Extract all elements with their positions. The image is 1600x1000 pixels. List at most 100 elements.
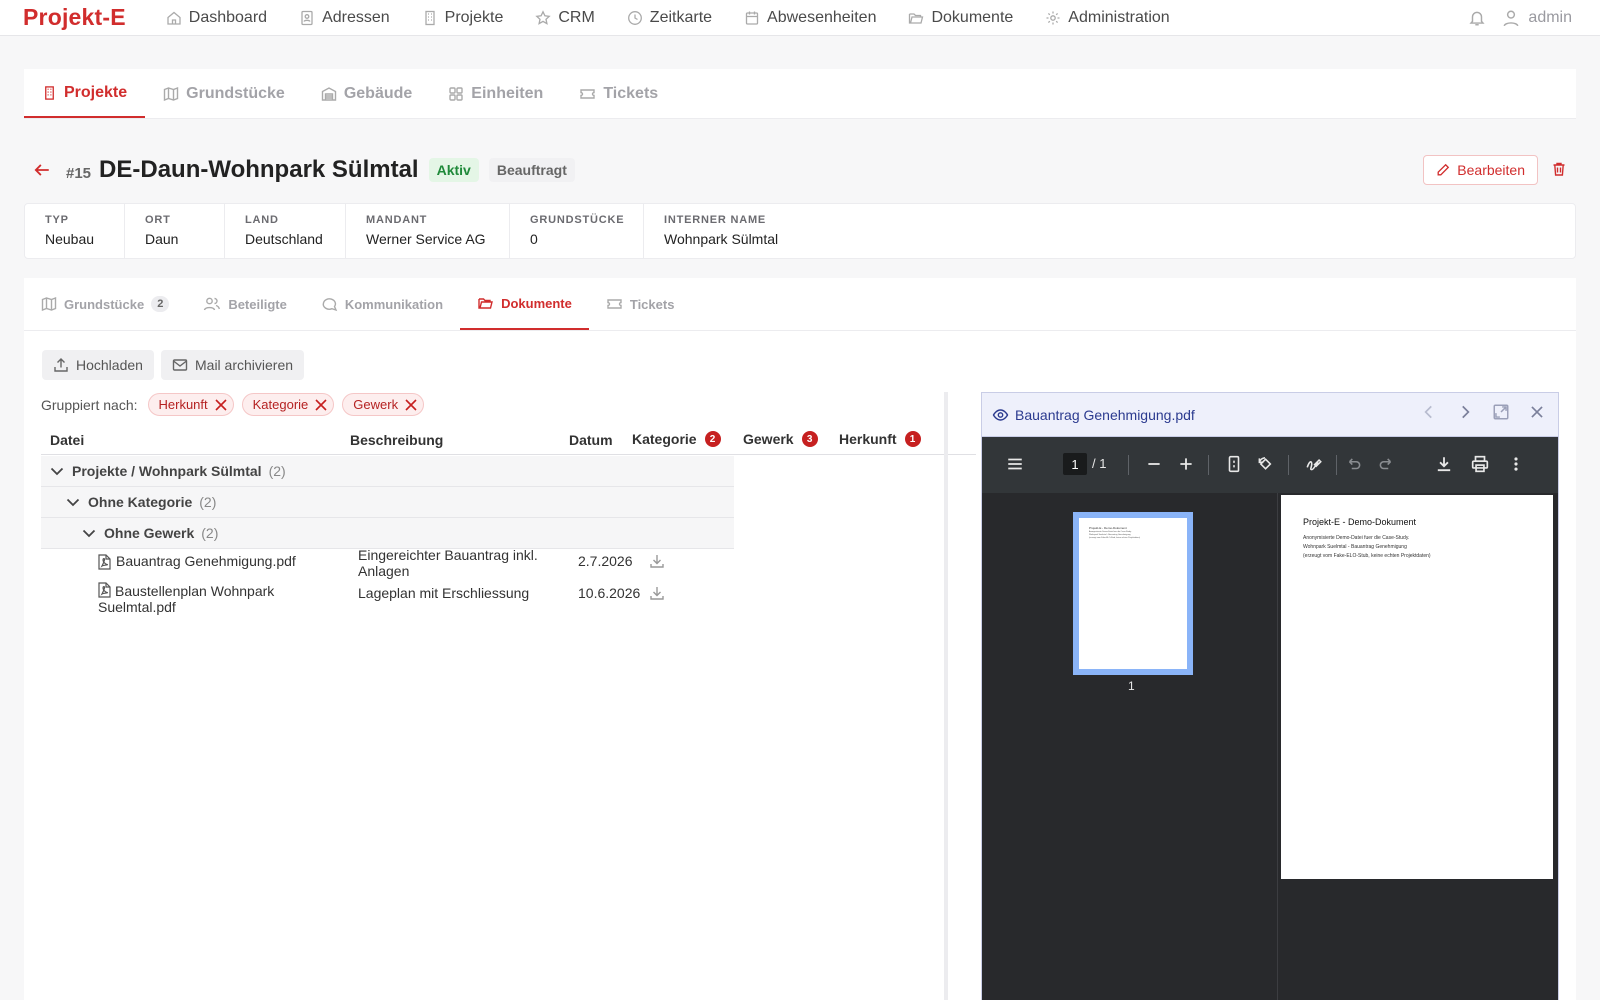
column-datei[interactable]: Datei [50, 432, 84, 448]
group-row-herkunft[interactable]: Projekte / Wohnpark Sülmtal (2) [41, 456, 734, 487]
thumbnail-sidebar: Projekt-E - Demo-Dokument Anonymisierte … [982, 493, 1278, 1000]
toolbar-divider [1336, 455, 1337, 475]
date-cell: 2.7.2026 [578, 553, 633, 569]
brand-logo[interactable]: Projekt-E [23, 4, 126, 31]
tab-tickets[interactable]: Tickets [561, 69, 676, 118]
rotate-icon[interactable] [1256, 455, 1274, 473]
column-beschreibung[interactable]: Beschreibung [350, 432, 443, 448]
user-icon [1503, 10, 1519, 27]
nav-projekte-label: Projekte [444, 8, 504, 26]
tab-sub-dokumente-label: Dokumente [501, 295, 572, 311]
map-icon [163, 86, 179, 101]
menu-icon[interactable] [1006, 455, 1024, 473]
document-line: Anonymisierte Demo-Datei fuer die Case-S… [1303, 535, 1410, 541]
close-icon[interactable] [314, 398, 328, 412]
column-datum[interactable]: Datum [569, 432, 613, 448]
group-row-kategorie[interactable]: Ohne Kategorie (2) [41, 487, 734, 518]
upload-button[interactable]: Hochladen [42, 350, 154, 380]
tab-sub-grundstuecke[interactable]: Grundstücke 2 [24, 278, 186, 330]
back-button[interactable] [28, 156, 56, 184]
group-chip-kategorie[interactable]: Kategorie [241, 393, 335, 416]
chat-icon [322, 298, 338, 312]
print-icon[interactable] [1471, 455, 1489, 473]
archive-mail-button[interactable]: Mail archivieren [161, 350, 305, 380]
tab-sub-beteiligte[interactable]: Beteiligte [186, 278, 304, 330]
redo-icon[interactable] [1377, 455, 1395, 473]
entity-tabs: Projekte Grundstücke Gebäude Einheiten T… [24, 69, 1576, 119]
info-grundstuecke: GRUNDSTÜCKE 0 [510, 204, 644, 258]
nav-abwesenheiten-label: Abwesenheiten [767, 8, 877, 26]
undo-icon[interactable] [1345, 455, 1363, 473]
file-cell[interactable]: Baustellenplan Wohnpark Suelmtal.pdf [98, 582, 328, 615]
file-cell[interactable]: Bauantrag Genehmigung.pdf [98, 553, 328, 570]
bell-icon[interactable] [1468, 9, 1486, 27]
info-value: Deutschland [245, 231, 323, 247]
group-chip-herkunft[interactable]: Herkunft [147, 393, 234, 416]
table-row[interactable]: Baustellenplan Wohnpark Suelmtal.pdf Lag… [41, 582, 734, 620]
tab-grundstuecke[interactable]: Grundstücke [145, 69, 303, 118]
table-row[interactable]: Bauantrag Genehmigung.pdf Eingereichter … [41, 547, 734, 584]
download-button[interactable] [649, 553, 665, 569]
info-key: GRUNDSTÜCKE [530, 214, 625, 226]
folder-icon [909, 12, 924, 24]
preview-filename: Bauantrag Genehmigung.pdf [1015, 406, 1195, 423]
file-name: Bauantrag Genehmigung.pdf [116, 553, 296, 569]
nav-administration[interactable]: Administration [1029, 0, 1185, 36]
tab-einheiten-label: Einheiten [471, 84, 544, 102]
download-button[interactable] [649, 585, 665, 601]
edit-button[interactable]: Bearbeiten [1423, 155, 1538, 185]
toolbar-divider [1208, 455, 1209, 475]
detail-tabs: Grundstücke 2 Beteiligte Kommunikation D… [24, 278, 1576, 331]
delete-button[interactable] [1548, 158, 1570, 180]
top-right-actions: admin [1468, 0, 1572, 36]
column-gewerk[interactable]: Gewerk 3 [743, 431, 818, 447]
open-external-button[interactable] [1492, 403, 1510, 421]
close-preview-button[interactable] [1528, 403, 1546, 421]
nav-adressen[interactable]: Adressen [283, 0, 406, 36]
tab-gebaeude[interactable]: Gebäude [303, 69, 430, 118]
column-label: Datei [50, 432, 85, 448]
tab-sub-tickets[interactable]: Tickets [589, 278, 692, 330]
tab-sub-dokumente[interactable]: Dokumente [460, 278, 589, 330]
close-icon[interactable] [404, 398, 418, 412]
download-icon[interactable] [1435, 455, 1453, 473]
gear-icon [1046, 11, 1060, 24]
column-herkunft[interactable]: Herkunft 1 [839, 431, 921, 447]
column-kategorie[interactable]: Kategorie 2 [632, 431, 721, 447]
tab-sub-kommunikation[interactable]: Kommunikation [304, 278, 460, 330]
tab-projekte[interactable]: Projekte [24, 69, 146, 118]
page-thumbnail[interactable]: Projekt-E - Demo-Dokument Anonymisierte … [1073, 512, 1193, 675]
nav-dokumente[interactable]: Dokumente [892, 0, 1029, 36]
page-number-input[interactable]: 1 [1063, 453, 1087, 475]
next-document-button[interactable] [1456, 403, 1474, 421]
nav-abwesenheiten[interactable]: Abwesenheiten [728, 0, 892, 36]
chevron-down-icon [82, 529, 96, 538]
user-menu[interactable]: admin [1502, 9, 1572, 27]
fit-page-icon[interactable] [1225, 455, 1243, 473]
resize-handle[interactable] [944, 392, 948, 1000]
nav-crm[interactable]: CRM [519, 0, 610, 36]
building-icon [425, 10, 435, 25]
nav-crm-label: CRM [558, 8, 595, 26]
annotate-icon[interactable] [1305, 455, 1323, 473]
page-title: DE-Daun-Wohnpark Sülmtal [99, 156, 419, 183]
nav-administration-label: Administration [1068, 8, 1170, 26]
nav-projekte[interactable]: Projekte [406, 0, 520, 36]
info-value: Werner Service AG [366, 231, 486, 247]
group-row-gewerk[interactable]: Ohne Gewerk (2) [41, 518, 734, 549]
close-icon[interactable] [214, 398, 228, 412]
mail-icon [172, 359, 188, 371]
chevron-left-icon [1424, 405, 1432, 419]
toolbar-divider [1128, 455, 1129, 475]
tab-einheiten[interactable]: Einheiten [430, 69, 561, 118]
zoom-out-icon[interactable] [1145, 455, 1163, 473]
column-label: Beschreibung [350, 432, 444, 448]
group-chip-gewerk[interactable]: Gewerk [342, 393, 425, 416]
more-vertical-icon[interactable] [1507, 455, 1525, 473]
nav-dashboard[interactable]: Dashboard [150, 0, 283, 36]
zoom-in-icon[interactable] [1177, 455, 1195, 473]
previous-document-button[interactable] [1420, 403, 1438, 421]
thumbnail-line: Anonymisierte Demo-Datei fuer die Case-S… [1089, 531, 1132, 533]
info-key: ORT [145, 214, 171, 226]
nav-zeitkarte[interactable]: Zeitkarte [611, 0, 728, 36]
